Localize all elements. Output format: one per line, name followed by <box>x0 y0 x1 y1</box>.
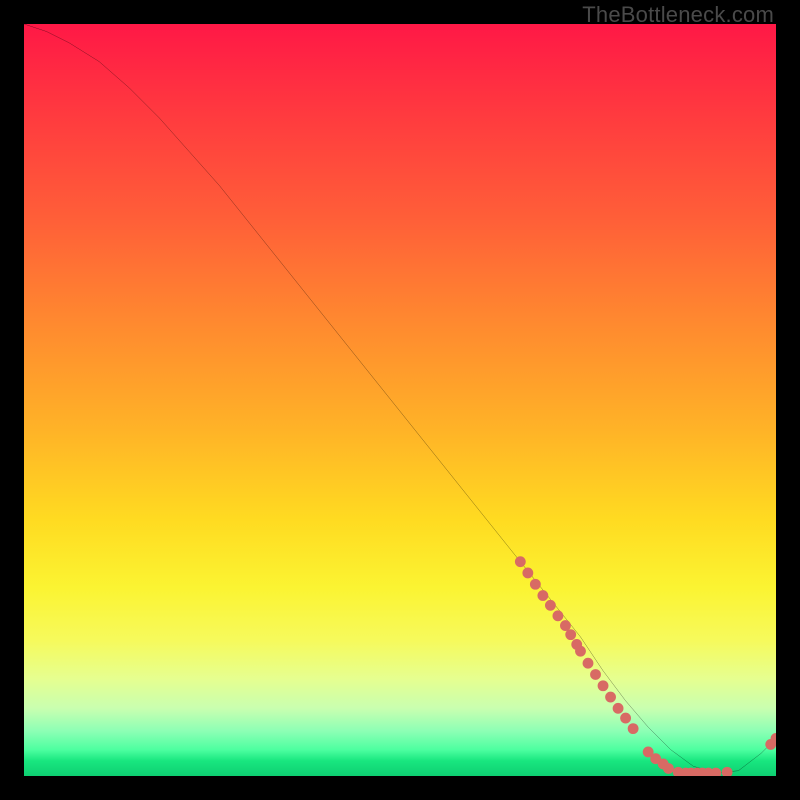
sample-points <box>515 556 776 776</box>
data-point <box>620 713 631 724</box>
points-layer <box>24 24 776 776</box>
data-point <box>575 646 586 657</box>
data-point <box>613 703 624 714</box>
plot-area <box>24 24 776 776</box>
data-point <box>590 669 601 680</box>
data-point <box>583 658 594 669</box>
data-point <box>565 629 576 640</box>
data-point <box>515 556 526 567</box>
data-point <box>722 767 733 776</box>
data-point <box>560 620 571 631</box>
data-point <box>553 610 564 621</box>
chart-stage: TheBottleneck.com <box>0 0 800 800</box>
data-point <box>522 568 533 579</box>
data-point <box>710 768 721 776</box>
data-point <box>663 763 674 774</box>
data-point <box>537 590 548 601</box>
data-point <box>545 600 556 611</box>
data-point <box>598 680 609 691</box>
data-point <box>605 692 616 703</box>
data-point <box>628 723 639 734</box>
data-point <box>530 579 541 590</box>
